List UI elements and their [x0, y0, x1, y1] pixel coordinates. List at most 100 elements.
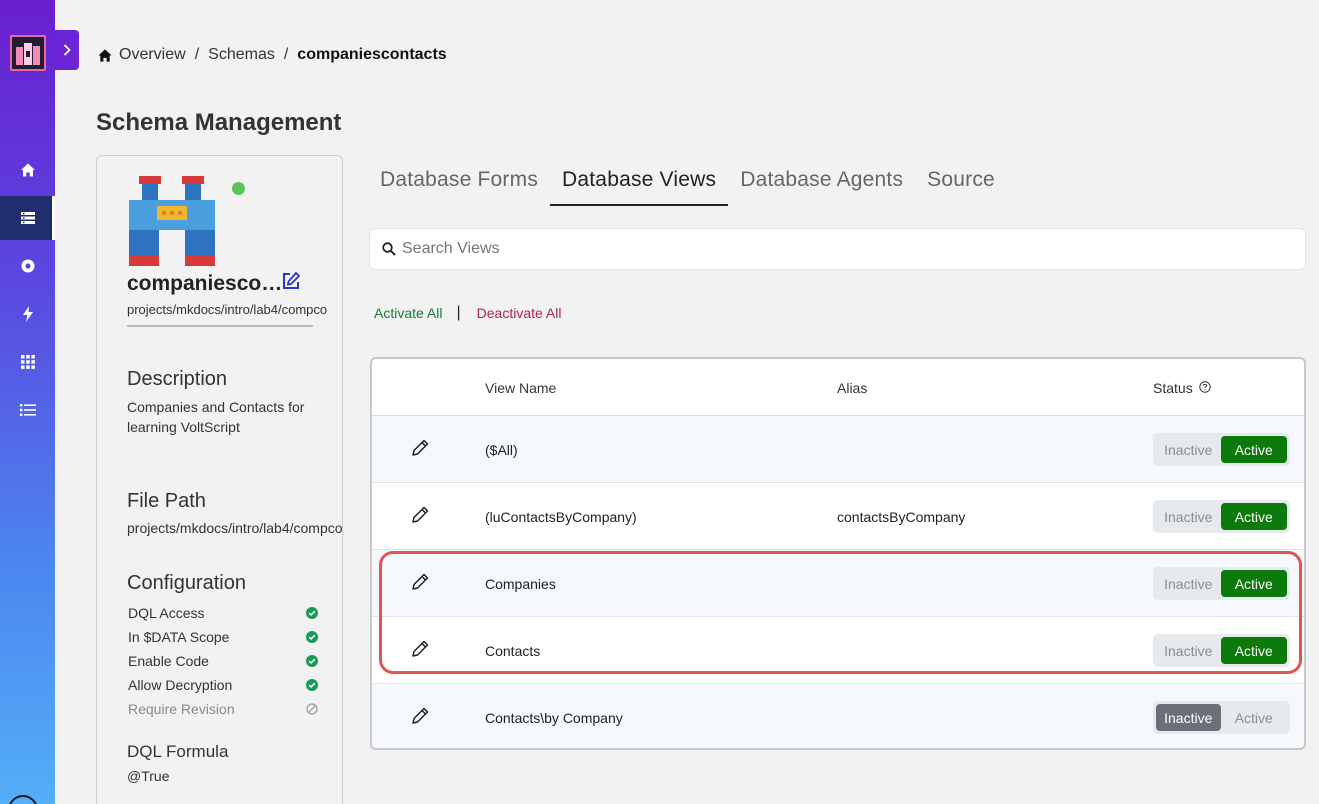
toggle-active[interactable]: Active: [1220, 570, 1287, 597]
dql-formula-title: DQL Formula: [127, 742, 229, 761]
check-circle-icon: [306, 607, 318, 619]
search-icon: [382, 242, 396, 256]
view-name: ($All): [485, 442, 518, 458]
toggle-inactive[interactable]: Inactive: [1156, 436, 1221, 463]
check-circle-icon: [306, 655, 318, 667]
header-view-name: View Name: [485, 380, 557, 396]
bulk-separator: |: [456, 304, 461, 321]
pencil-icon[interactable]: [410, 572, 430, 592]
config-in-data-scope: In $DATA Scope: [128, 625, 318, 649]
nav-list[interactable]: [0, 388, 55, 432]
toggle-inactive[interactable]: Inactive: [1156, 637, 1221, 664]
toggle-active[interactable]: Active: [1220, 436, 1287, 463]
table-header: View Name Alias Status: [372, 359, 1304, 416]
search-views-box: [369, 228, 1306, 270]
tab-source[interactable]: Source: [915, 158, 1007, 206]
nav-home[interactable]: [0, 148, 55, 192]
binoculars-icon: [129, 176, 215, 266]
table-row: ($All) Inactive Active: [372, 416, 1304, 483]
table-row: Companies Inactive Active: [372, 550, 1304, 617]
home-icon: [20, 163, 35, 177]
table-row: Contacts Inactive Active: [372, 617, 1304, 684]
disabled-circle-icon: [306, 703, 318, 715]
toggle-inactive[interactable]: Inactive: [1156, 704, 1221, 731]
schema-tabs: Database Forms Database Views Database A…: [368, 158, 1007, 206]
breadcrumb-current: companiescontacts: [297, 46, 447, 63]
status-toggle[interactable]: Inactive Active: [1153, 433, 1290, 466]
nav-apps[interactable]: [0, 340, 55, 384]
header-status: Status: [1153, 380, 1193, 396]
status-toggle[interactable]: Inactive Active: [1153, 701, 1290, 734]
views-table: View Name Alias Status ($All) Inactive A…: [370, 357, 1306, 750]
toggle-inactive[interactable]: Inactive: [1156, 570, 1221, 597]
list-icon: [19, 404, 36, 416]
nav-agents[interactable]: [0, 292, 55, 336]
tab-database-forms[interactable]: Database Forms: [368, 158, 550, 206]
configuration-list: DQL Access In $DATA Scope Enable Code Al…: [128, 601, 318, 721]
breadcrumb-overview[interactable]: Overview: [119, 46, 186, 64]
file-path-title: File Path: [127, 490, 206, 512]
help-circle-icon[interactable]: [1199, 381, 1211, 393]
description-title: Description: [127, 368, 228, 390]
chevron-right-icon: [63, 44, 71, 56]
schema-name: companiesco…: [127, 272, 283, 295]
bulk-actions: Activate All | Deactivate All: [374, 304, 561, 322]
toggle-active[interactable]: Active: [1221, 704, 1287, 731]
breadcrumb-schemas[interactable]: Schemas: [208, 46, 275, 64]
status-toggle[interactable]: Inactive Active: [1153, 567, 1290, 600]
config-label: DQL Access: [128, 605, 205, 621]
grid-icon: [20, 355, 35, 369]
tab-database-agents[interactable]: Database Agents: [728, 158, 915, 206]
breadcrumb-separator: /: [194, 46, 200, 63]
configuration-title: Configuration: [127, 572, 246, 594]
view-name: Companies: [485, 576, 556, 592]
file-path-value: projects/mkdocs/intro/lab4/compco: [127, 520, 343, 536]
toggle-active[interactable]: Active: [1220, 503, 1287, 530]
tab-database-views[interactable]: Database Views: [550, 158, 729, 206]
side-nav: [0, 0, 55, 804]
edit-schema-icon[interactable]: [281, 271, 301, 291]
pencil-icon[interactable]: [410, 639, 430, 659]
help-icon[interactable]: [8, 795, 38, 804]
config-allow-decryption: Allow Decryption: [128, 673, 318, 697]
config-label: Enable Code: [128, 653, 209, 669]
home-icon[interactable]: [97, 48, 113, 63]
activate-all-button[interactable]: Activate All: [374, 305, 442, 321]
nav-scopes[interactable]: [0, 244, 55, 288]
list-table-icon: [20, 212, 35, 224]
toggle-active[interactable]: Active: [1220, 637, 1287, 664]
config-label: Require Revision: [128, 701, 235, 717]
target-icon: [21, 259, 34, 273]
table-row: Contacts\by Company Inactive Active: [372, 684, 1304, 748]
schema-status-dot: [232, 182, 245, 195]
lightning-icon: [22, 306, 33, 322]
view-name: Contacts: [485, 643, 541, 659]
schema-path: projects/mkdocs/intro/lab4/compco: [127, 302, 328, 317]
check-circle-icon: [306, 631, 318, 643]
deactivate-all-button[interactable]: Deactivate All: [477, 305, 562, 321]
pencil-icon[interactable]: [410, 505, 430, 525]
config-require-revision: Require Revision: [128, 697, 318, 721]
status-toggle[interactable]: Inactive Active: [1153, 634, 1290, 667]
config-label: In $DATA Scope: [128, 629, 230, 645]
breadcrumb: Overview / Schemas / companiescontacts: [97, 46, 447, 64]
page-title: Schema Management: [96, 109, 342, 136]
view-alias: contactsByCompany: [837, 509, 966, 525]
config-enable-code: Enable Code: [128, 649, 318, 673]
expand-nav-button[interactable]: [55, 30, 79, 70]
description-line-2: learning VoltScript: [127, 419, 240, 435]
view-name: (luContactsByCompany): [485, 509, 637, 525]
path-scrollbar[interactable]: [127, 325, 313, 327]
search-views-input[interactable]: [402, 240, 1282, 258]
config-dql-access: DQL Access: [128, 601, 318, 625]
config-label: Allow Decryption: [128, 677, 233, 693]
app-logo[interactable]: [10, 35, 46, 71]
nav-schemas[interactable]: [0, 196, 55, 240]
status-toggle[interactable]: Inactive Active: [1153, 500, 1290, 533]
table-row: (luContactsByCompany) contactsByCompany …: [372, 483, 1304, 550]
pencil-icon[interactable]: [410, 706, 430, 726]
pencil-icon[interactable]: [410, 438, 430, 458]
view-name: Contacts\by Company: [485, 710, 623, 726]
description-line-1: Companies and Contacts for: [127, 399, 305, 415]
toggle-inactive[interactable]: Inactive: [1156, 503, 1221, 530]
